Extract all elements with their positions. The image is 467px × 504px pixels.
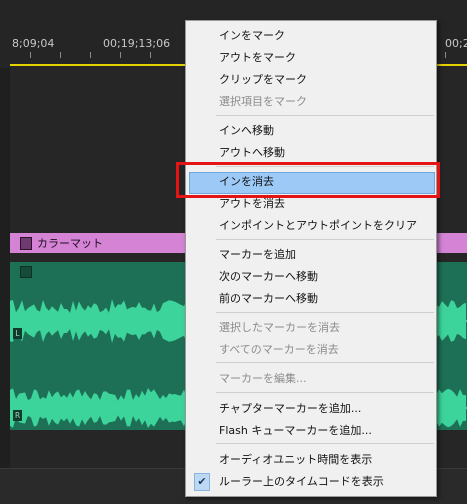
menu-item-clear-all-markers: すべてのマーカーを消去: [186, 339, 436, 361]
video-clip-label: カラーマット: [37, 237, 103, 250]
menu-item-label: マーカーを編集...: [219, 372, 307, 385]
menu-item-edit-marker: マーカーを編集...: [186, 368, 436, 390]
ruler-tick: [445, 52, 446, 58]
menu-item-label: オーディオユニット時間を表示: [219, 453, 373, 466]
ruler-tick: [90, 52, 91, 58]
checkmark-icon: ✔: [194, 473, 210, 491]
menu-separator: [216, 312, 434, 313]
menu-item-clear-selected-marker: 選択したマーカーを消去: [186, 317, 436, 339]
menu-item-label: 次のマーカーへ移動: [219, 270, 318, 283]
menu-item-go-to-out[interactable]: アウトへ移動: [186, 142, 436, 164]
menu-item-label: 選択項目をマーク: [219, 95, 307, 108]
menu-item-label: 選択したマーカーを消去: [219, 321, 340, 334]
menu-item-label: アウトをマーク: [219, 51, 296, 64]
menu-item-label: インをマーク: [219, 29, 285, 42]
menu-separator: [216, 115, 434, 116]
menu-item-label: クリップをマーク: [219, 73, 307, 86]
channel-right-label: R: [13, 410, 22, 421]
context-menu: インをマーク アウトをマーク クリップをマーク 選択項目をマーク インへ移動アウトへ移動…: [185, 20, 437, 497]
ruler-tick: [120, 52, 121, 58]
channel-left-label: L: [13, 328, 22, 339]
menu-item-label: インポイントとアウトポイントをクリア: [219, 219, 417, 232]
fx-badge-icon: [20, 266, 32, 278]
menu-item-mark-in[interactable]: インをマーク: [186, 25, 436, 47]
ruler-timecode-3: 00;2: [445, 37, 467, 50]
menu-item-label: ルーラー上のタイムコードを表示: [219, 475, 384, 488]
ruler-timecode-1: 8;09;04: [12, 37, 55, 50]
menu-item-add-marker[interactable]: マーカーを追加: [186, 244, 436, 266]
menu-item-add-chapter-marker[interactable]: チャプターマーカーを追加...: [186, 398, 436, 420]
menu-item-label: Flash キューマーカーを追加...: [219, 424, 372, 437]
menu-item-label: すべてのマーカーを消去: [219, 343, 339, 356]
menu-item-label: マーカーを追加: [219, 248, 296, 261]
track-header-edge: [0, 68, 10, 468]
fx-badge-icon: [20, 237, 32, 250]
highlight-annotation: [176, 162, 440, 198]
menu-item-go-to-in[interactable]: インへ移動: [186, 120, 436, 142]
ruler-tick: [60, 52, 61, 58]
menu-item-show-audio-time-units[interactable]: オーディオユニット時間を表示: [186, 449, 436, 471]
menu-item-label: インへ移動: [219, 124, 274, 137]
menu-separator: [216, 362, 434, 363]
ruler-timecode-2: 00;19;13;06: [103, 37, 171, 50]
menu-item-go-to-previous-marker[interactable]: 前のマーカーへ移動: [186, 288, 436, 310]
menu-item-mark-out[interactable]: アウトをマーク: [186, 47, 436, 69]
menu-item-clear-in-and-out[interactable]: インポイントとアウトポイントをクリア: [186, 215, 436, 237]
menu-item-label: アウトへ移動: [219, 146, 285, 159]
menu-separator: [216, 239, 434, 240]
menu-item-mark-selection: 選択項目をマーク: [186, 91, 436, 113]
menu-item-go-to-next-marker[interactable]: 次のマーカーへ移動: [186, 266, 436, 288]
menu-separator: [216, 443, 434, 444]
menu-item-mark-clip[interactable]: クリップをマーク: [186, 69, 436, 91]
menu-item-label: 前のマーカーへ移動: [219, 292, 318, 305]
menu-separator: [216, 392, 434, 393]
menu-item-add-flash-cue-marker[interactable]: Flash キューマーカーを追加...: [186, 420, 436, 442]
menu-item-show-timecode-on-ruler[interactable]: ✔ ルーラー上のタイムコードを表示: [186, 471, 436, 493]
ruler-tick: [150, 52, 151, 58]
ruler-tick: [30, 52, 31, 58]
menu-item-label: チャプターマーカーを追加...: [219, 402, 362, 415]
